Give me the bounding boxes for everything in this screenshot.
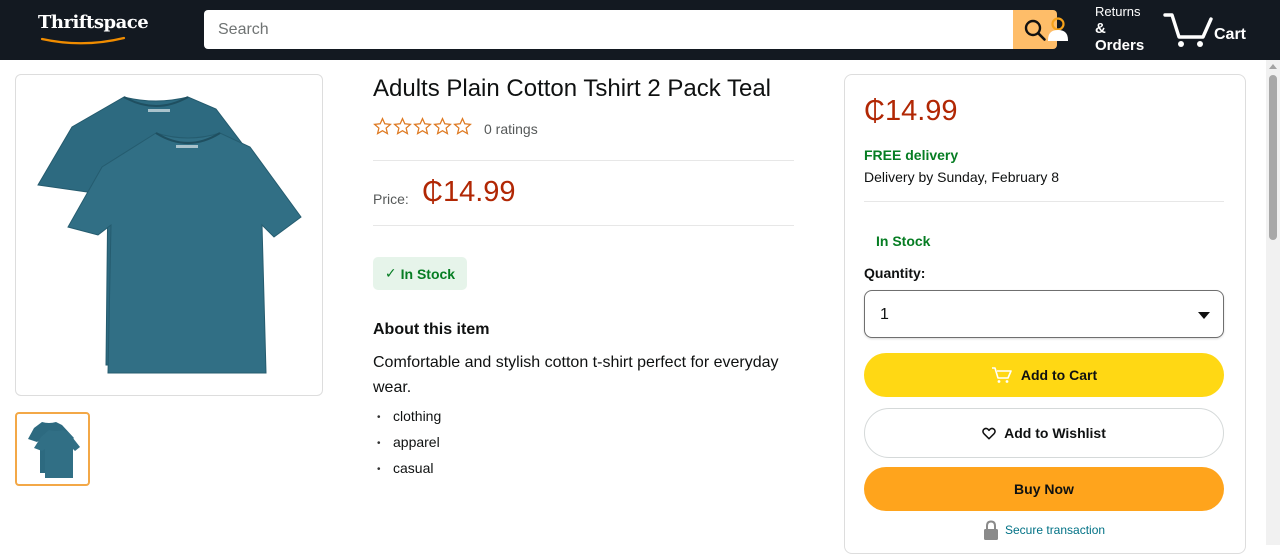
shopping-cart-icon	[1163, 13, 1213, 47]
checkmark-icon: ✓	[384, 265, 397, 281]
quantity-value: 1	[880, 306, 889, 323]
star-empty-icon	[453, 117, 472, 135]
buy-now-button[interactable]: Buy Now	[864, 467, 1224, 511]
heart-icon	[982, 427, 996, 440]
main-product-image[interactable]	[15, 74, 323, 396]
quantity-label: Quantity:	[864, 265, 926, 281]
teal-tshirt-two-pack-image	[37, 96, 302, 374]
add-to-wishlist-button[interactable]: Add to Wishlist	[864, 408, 1224, 458]
list-item: • casual	[377, 456, 441, 482]
divider	[373, 225, 794, 226]
page-scrollbar[interactable]	[1266, 60, 1280, 545]
buybox-stock-status: In Stock	[876, 233, 931, 249]
divider	[864, 201, 1224, 202]
free-delivery-label: FREE delivery	[864, 147, 959, 163]
buy-now-label: Buy Now	[1014, 481, 1074, 497]
buybox-price: ₵14.99	[864, 95, 958, 127]
returns-orders-link[interactable]: Returns & Orders	[1095, 3, 1144, 54]
about-item-heading: About this item	[373, 321, 490, 338]
add-to-cart-button[interactable]: Add to Cart	[864, 353, 1224, 397]
scrollbar-thumb[interactable]	[1269, 75, 1277, 240]
list-item: • apparel	[377, 430, 441, 456]
chevron-down-icon	[1198, 312, 1210, 319]
tag-label: clothing	[393, 408, 442, 424]
tag-label: apparel	[393, 434, 440, 450]
price-label: Price:	[373, 191, 409, 207]
teal-tshirt-thumbnail-icon	[27, 422, 80, 478]
in-stock-badge-label: In Stock	[400, 265, 456, 282]
in-stock-badge: ✓ In Stock	[373, 257, 467, 290]
star-empty-icon	[393, 117, 412, 135]
search-input[interactable]	[204, 10, 1013, 49]
logo-swoosh-icon	[40, 36, 126, 45]
star-empty-icon	[433, 117, 452, 135]
divider	[373, 160, 794, 161]
star-empty-icon	[413, 117, 432, 135]
orders-label: Orders	[1095, 37, 1145, 54]
delivery-date: Delivery by Sunday, February 8	[864, 169, 1060, 185]
bullet-icon: •	[377, 438, 381, 449]
lock-icon	[984, 520, 998, 540]
ampersand-label: &	[1095, 20, 1106, 37]
secure-transaction-label: Secure transaction	[1005, 523, 1106, 537]
ratings-count-link[interactable]: 0 ratings	[484, 121, 538, 137]
list-item: • clothing	[377, 404, 441, 430]
cart-icon	[991, 367, 1012, 383]
star-rating[interactable]	[373, 117, 472, 136]
secure-transaction-link[interactable]: Secure transaction	[983, 520, 1105, 540]
quantity-select[interactable]: 1	[864, 290, 1224, 338]
tag-label: casual	[393, 460, 434, 476]
product-price: ₵14.99	[422, 176, 516, 208]
product-description: Comfortable and stylish cotton t-shirt p…	[373, 354, 779, 396]
site-logo[interactable]: Thriftspace	[38, 12, 149, 33]
product-title: Adults Plain Cotton Tshirt 2 Pack Teal	[373, 75, 771, 102]
product-tags-list: • clothing • apparel • casual	[377, 404, 441, 482]
returns-label: Returns	[1095, 4, 1141, 19]
bullet-icon: •	[377, 412, 381, 423]
bullet-icon: •	[377, 464, 381, 475]
cart-label: Cart	[1214, 26, 1247, 43]
add-to-wishlist-label: Add to Wishlist	[1004, 425, 1106, 441]
top-nav-bar: Thriftspace Returns & Orders Cart	[0, 0, 1280, 60]
star-empty-icon	[373, 117, 392, 135]
add-to-cart-label: Add to Cart	[1020, 367, 1098, 383]
cart-link[interactable]: Cart	[1163, 10, 1258, 50]
user-account-icon[interactable]	[1047, 16, 1069, 42]
product-thumbnail[interactable]	[15, 412, 90, 486]
scroll-up-arrow-icon[interactable]	[1269, 64, 1277, 69]
search-icon	[1024, 19, 1046, 41]
